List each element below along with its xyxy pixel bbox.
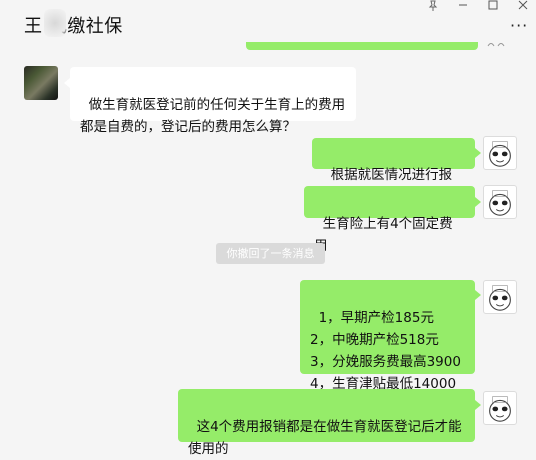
message-text: 做生育就医登记前的任何关于生育上的费用 都是自费的，登记后的费用怎么算？	[80, 97, 346, 135]
bubble-tail	[475, 148, 481, 158]
my-avatar[interactable]	[483, 391, 517, 425]
bubble-tail	[475, 400, 481, 410]
recall-notice: 你撤回了一条消息	[216, 243, 325, 264]
pin-icon[interactable]	[418, 0, 448, 20]
bubble-tail	[475, 290, 481, 300]
message-text: 这4个费用报销都是在做生育就医登记后才能 使用的	[188, 419, 462, 457]
my-avatar[interactable]	[483, 280, 517, 314]
message-text: 1，早期产检185元 2，中晚期产检518元 3，分娩服务费最高3900 4，生…	[310, 310, 461, 392]
message-bubble-outgoing[interactable]: 生育险上有4个固定费用	[304, 186, 475, 254]
message-bubble-outgoing[interactable]: 根据就医情况进行报销	[312, 138, 475, 205]
chat-title: 王 代缴社保	[24, 16, 123, 37]
contact-avatar[interactable]	[24, 66, 58, 100]
maximize-icon[interactable]	[478, 0, 508, 20]
more-dots-icon[interactable]: ···	[510, 16, 528, 35]
message-bubble-outgoing[interactable]: 1，早期产检185元 2，中晚期产检518元 3，分娩服务费最高3900 4，生…	[300, 280, 475, 392]
my-avatar[interactable]	[483, 136, 517, 170]
message-text: 生育险上有4个固定费用	[314, 216, 453, 254]
previous-avatar-partial	[486, 40, 514, 52]
minimize-icon[interactable]	[448, 0, 478, 20]
message-bubble-outgoing[interactable]: 这4个费用报销都是在做生育就医登记后才能 使用的	[178, 389, 475, 457]
my-avatar[interactable]	[483, 185, 517, 219]
previous-message-partial	[246, 42, 478, 50]
bubble-tail	[475, 197, 481, 207]
chat-header: 王 代缴社保 ···	[0, 0, 536, 52]
redacted-name-blur	[44, 9, 66, 37]
message-bubble-incoming[interactable]: 做生育就医登记前的任何关于生育上的费用 都是自费的，登记后的费用怎么算？	[70, 67, 356, 135]
